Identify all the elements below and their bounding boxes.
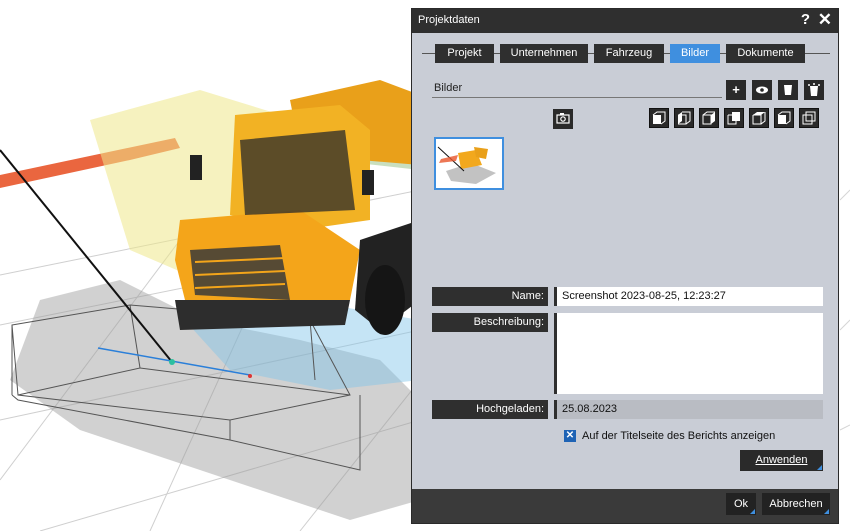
trash-all-icon[interactable] [804,80,824,100]
view-multi-icon[interactable] [799,108,819,128]
dialog-footer: Ok Abbrechen [412,489,838,523]
cancel-button-label: Abbrechen [769,498,823,510]
tab-fahrzeug[interactable]: Fahrzeug [594,44,664,63]
apply-button[interactable]: Anwenden [740,450,823,471]
section-label-bilder: Bilder [434,82,463,94]
uploaded-label: Hochgeladen: [432,400,548,419]
view-back-icon[interactable] [724,108,744,128]
description-label: Beschreibung: [432,313,548,332]
view-top-icon[interactable] [749,108,769,128]
view-right-icon[interactable] [699,108,719,128]
trash-icon[interactable] [778,80,798,100]
eye-icon[interactable] [752,80,772,100]
camera-icon[interactable] [553,109,573,129]
section-divider [432,97,722,98]
view-iso-icon[interactable] [774,108,794,128]
dialog-title: Projektdaten [418,14,480,26]
image-thumbnail[interactable] [434,137,504,190]
ok-button-label: Ok [733,498,749,510]
ok-button[interactable]: Ok [726,493,756,515]
tab-bilder[interactable]: Bilder [670,44,720,63]
thumbnail-preview [436,139,502,188]
button-corner-marker [750,509,755,514]
help-icon[interactable]: ? [801,11,810,28]
tab-projekt[interactable]: Projekt [435,44,494,63]
apply-button-label: Anwenden [755,454,808,466]
close-icon[interactable]: ✕ [818,10,832,30]
title-page-checkbox-label[interactable]: Auf der Titelseite des Berichts anzeigen [582,430,775,442]
dialog-titlebar[interactable]: Projektdaten ? ✕ [412,9,838,33]
tab-dokumente[interactable]: Dokumente [726,44,805,63]
view-left-icon[interactable] [674,108,694,128]
tab-unternehmen[interactable]: Unternehmen [500,44,588,63]
description-field[interactable] [554,313,823,394]
button-corner-marker [817,465,822,470]
view-front-icon[interactable] [649,108,669,128]
title-page-checkbox[interactable]: ✕ [564,430,576,442]
uploaded-field: 25.08.2023 [554,400,823,419]
name-label: Name: [432,287,548,306]
button-corner-marker [824,509,829,514]
plus-icon[interactable]: + [726,80,746,100]
cancel-button[interactable]: Abbrechen [762,493,830,515]
project-data-dialog: Projektdaten ? ✕ Projekt Unternehmen Fah… [411,8,839,524]
name-field[interactable]: Screenshot 2023-08-25, 12:23:27 [554,287,823,306]
